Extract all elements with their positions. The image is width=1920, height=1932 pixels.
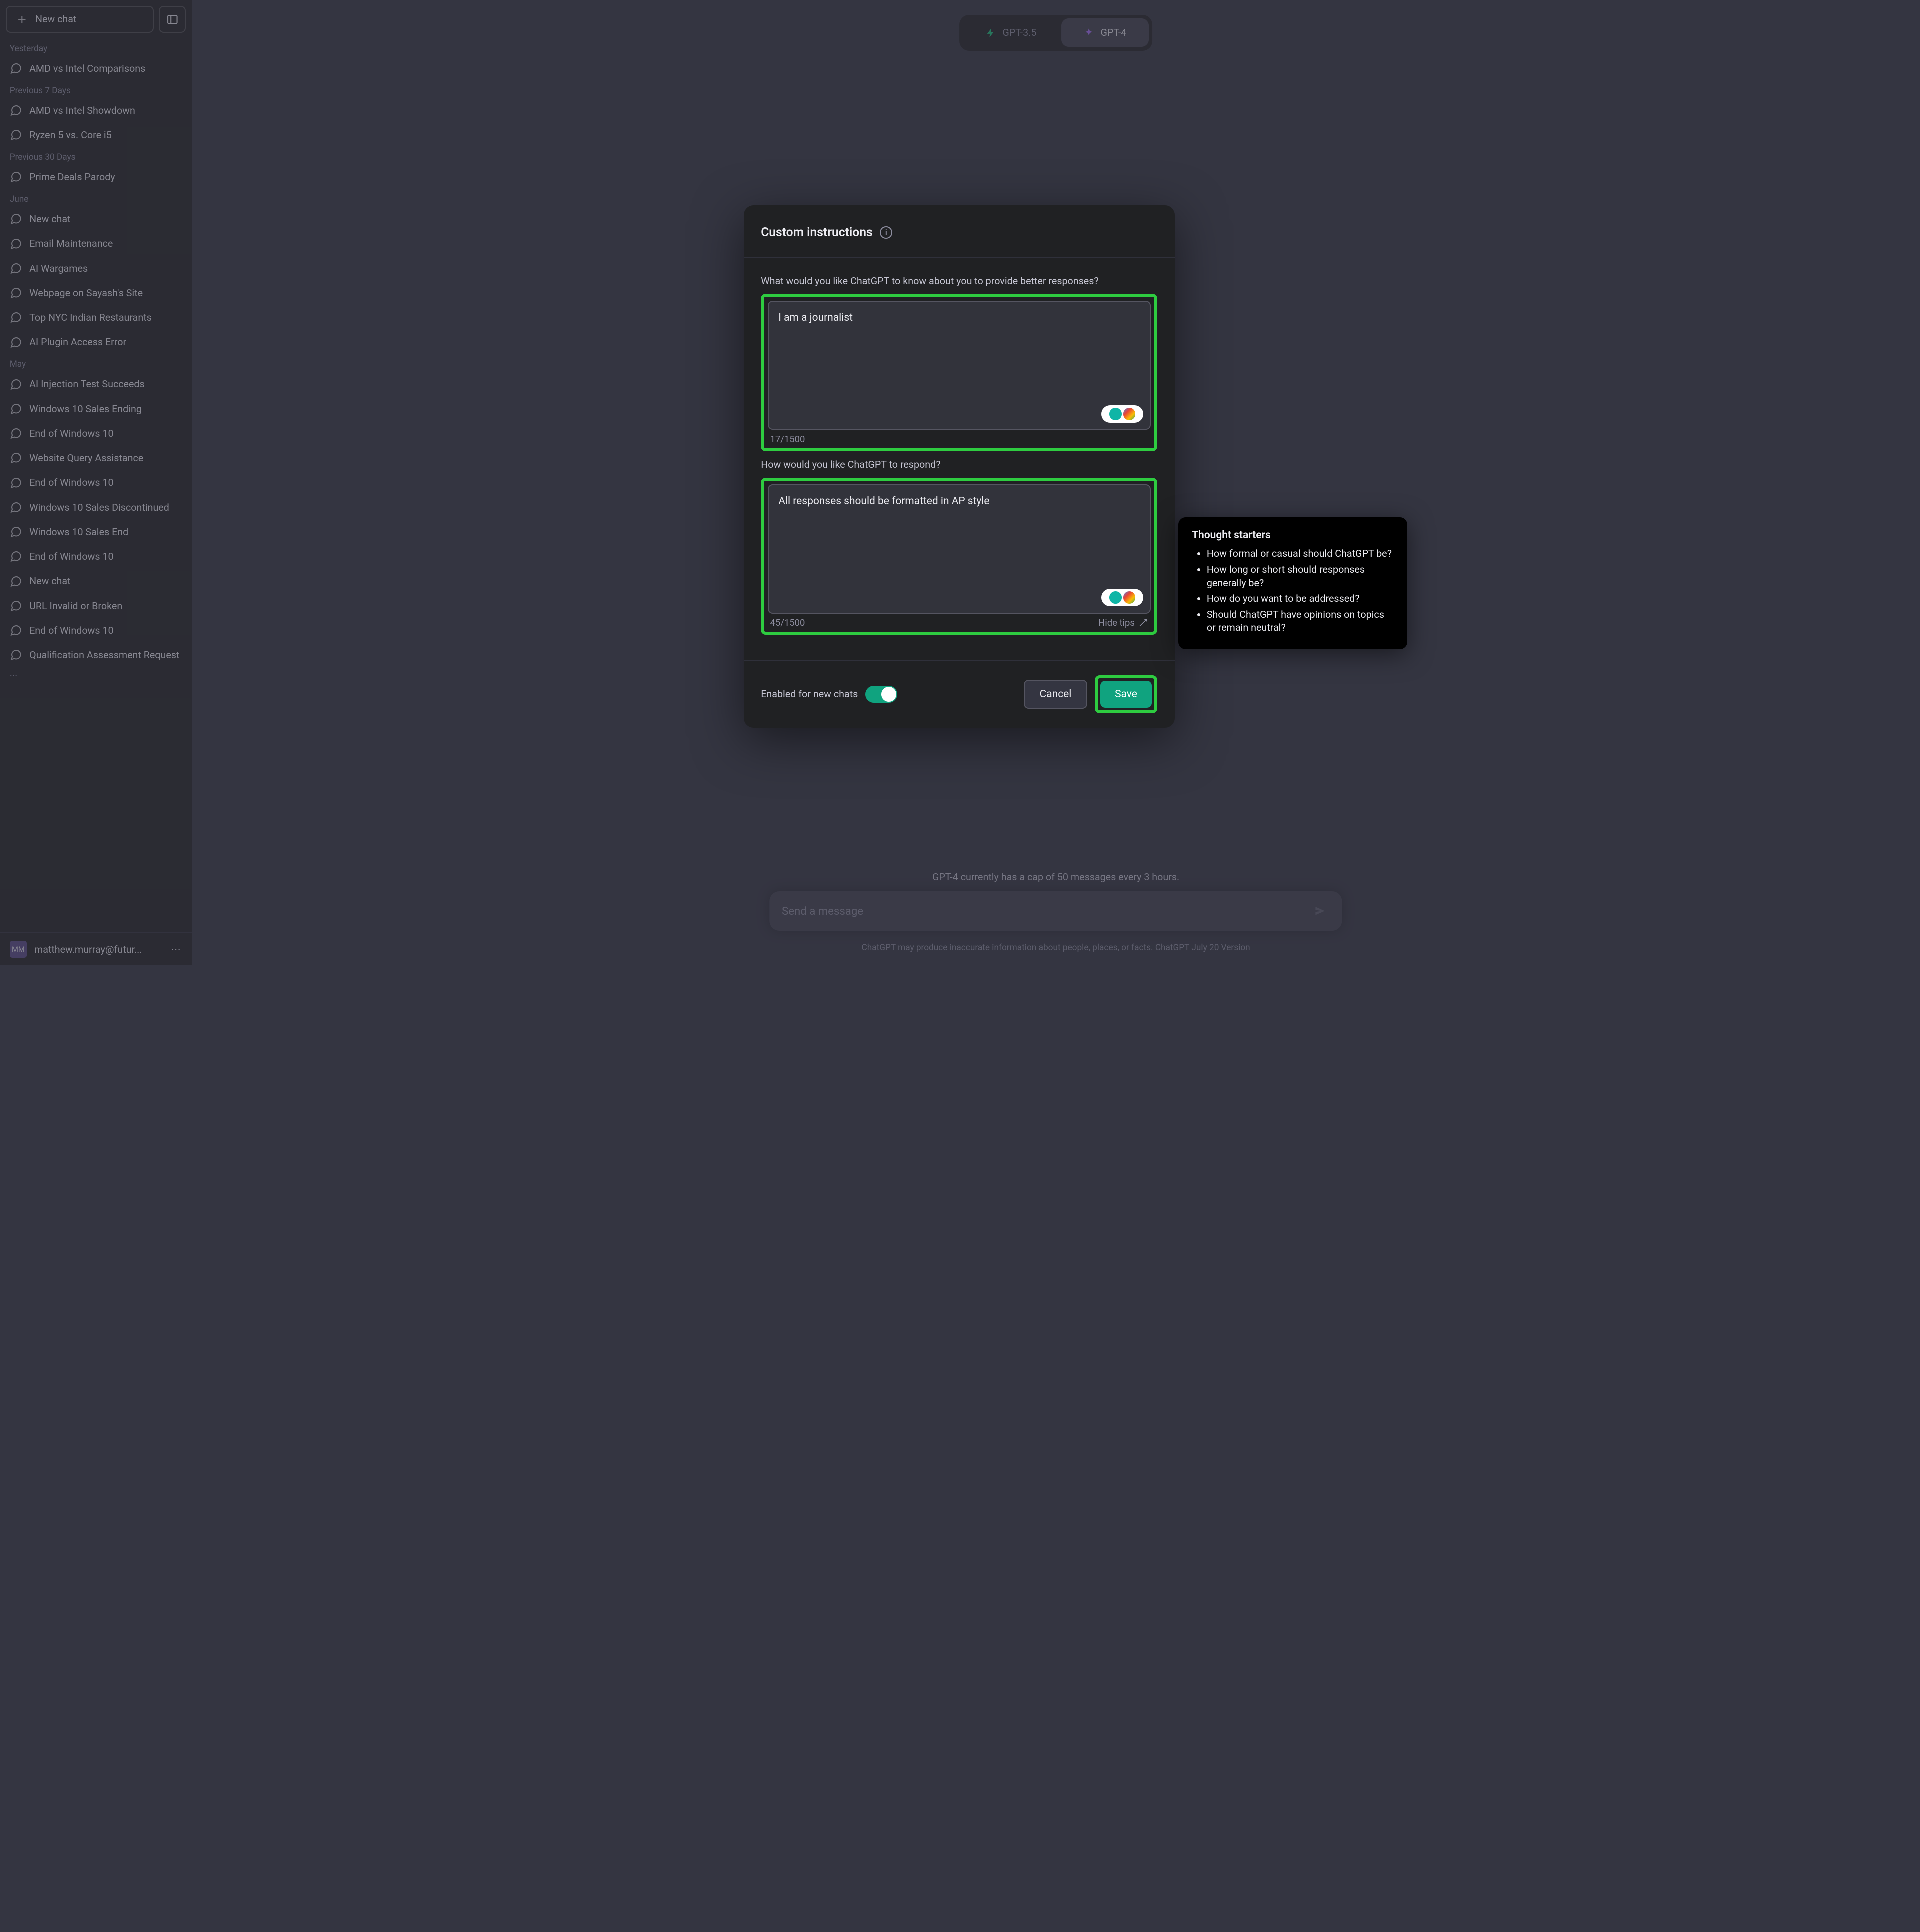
tips-popover: Thought starters How formal or casual sh… <box>1178 518 1408 650</box>
enable-toggle[interactable] <box>866 686 898 703</box>
badge-teal-icon <box>1110 408 1122 420</box>
about-you-textarea[interactable] <box>768 301 1151 430</box>
respond-textarea[interactable] <box>768 484 1151 614</box>
collapse-icon <box>1138 618 1148 628</box>
question-2-label: How would you like ChatGPT to respond? <box>761 459 1158 470</box>
save-button[interactable]: Save <box>1100 681 1152 708</box>
tip-item: How do you want to be addressed? <box>1207 592 1394 606</box>
char-count-1: 17/1500 <box>770 434 805 445</box>
badge-google-icon <box>1124 408 1136 420</box>
tips-title: Thought starters <box>1192 530 1394 542</box>
info-icon[interactable]: i <box>880 226 892 239</box>
custom-instructions-modal: Custom instructions i What would you lik… <box>744 206 1175 728</box>
char-count-2: 45/1500 <box>770 618 805 628</box>
tip-item: How long or short should responses gener… <box>1207 564 1394 590</box>
hide-tips-button[interactable]: Hide tips <box>1098 618 1148 628</box>
badge-teal-icon <box>1110 592 1122 604</box>
tip-item: Should ChatGPT have opinions on topics o… <box>1207 608 1394 635</box>
extension-badges <box>1102 589 1144 606</box>
tip-item: How formal or casual should ChatGPT be? <box>1207 548 1394 561</box>
question-1-label: What would you like ChatGPT to know abou… <box>761 276 1158 287</box>
highlight-save: Save <box>1095 676 1158 713</box>
highlight-box-2: 45/1500 Hide tips <box>761 478 1158 636</box>
badge-google-icon <box>1124 592 1136 604</box>
highlight-box-1: 17/1500 <box>761 294 1158 452</box>
cancel-button[interactable]: Cancel <box>1024 680 1088 709</box>
extension-badges <box>1102 406 1144 422</box>
enable-label: Enabled for new chats <box>761 688 858 700</box>
modal-title: Custom instructions <box>761 226 872 240</box>
